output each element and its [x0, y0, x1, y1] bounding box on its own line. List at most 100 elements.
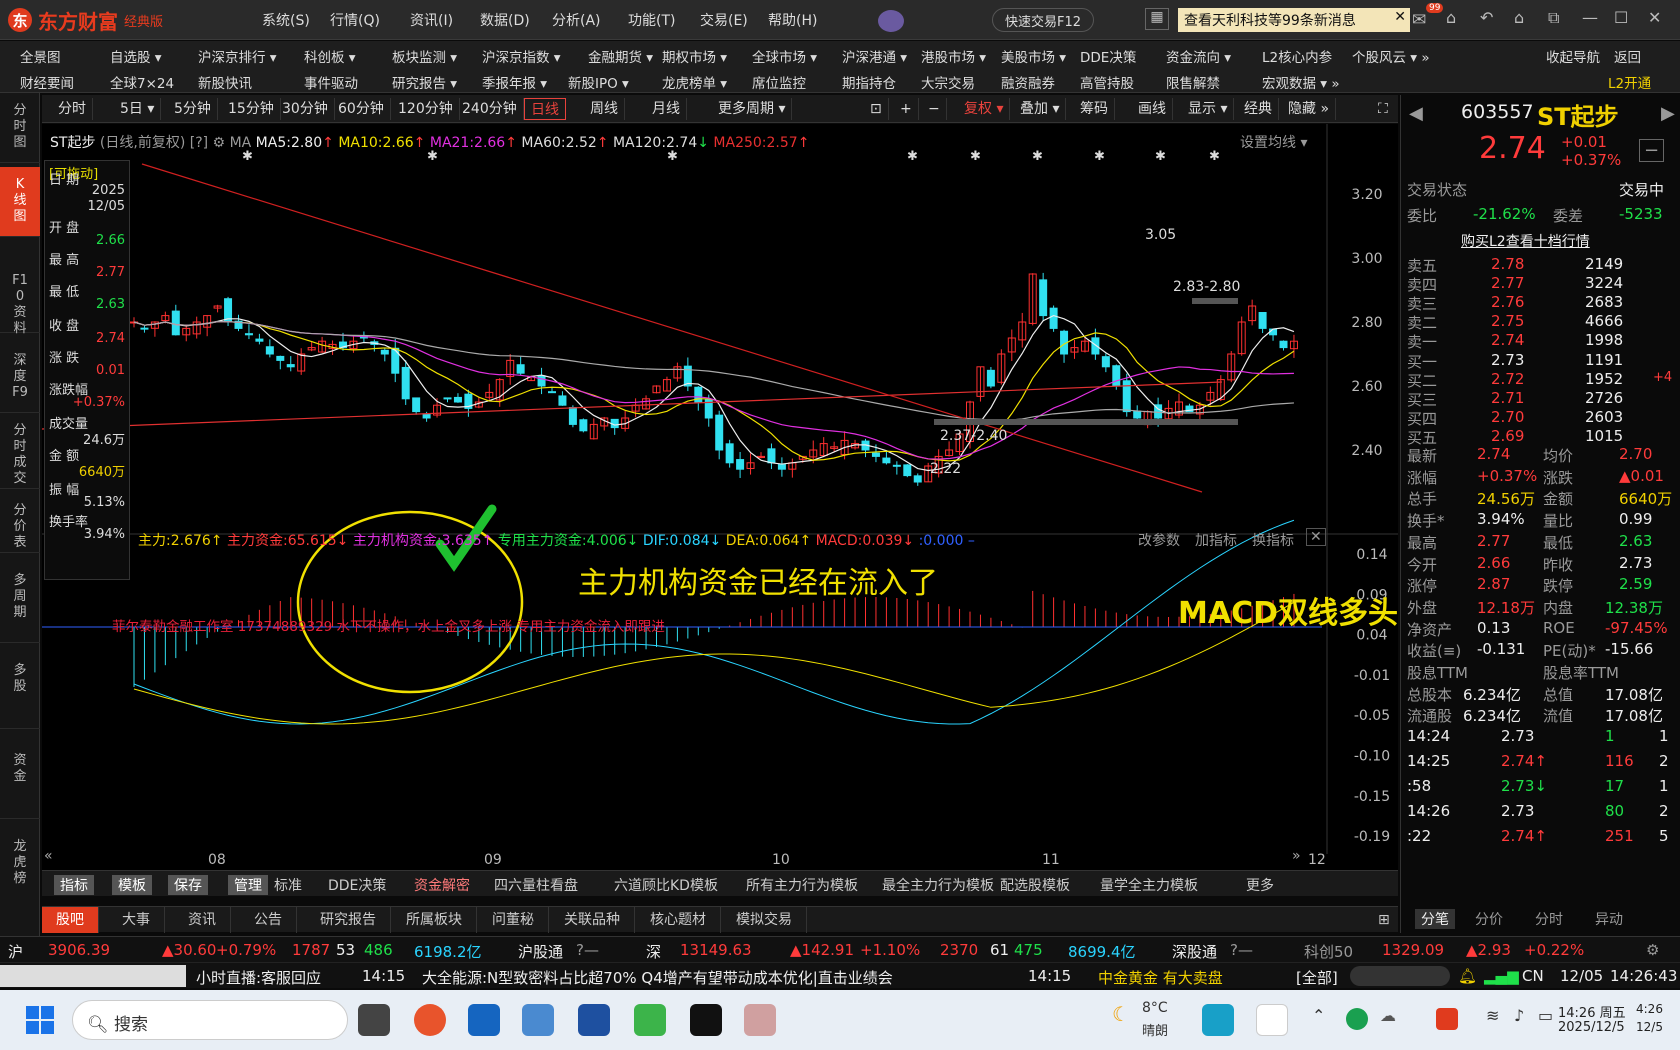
leftbar-item-1[interactable]: K线图 — [0, 167, 40, 237]
template-tab-10[interactable]: 最全主力行为模板 — [882, 875, 994, 895]
collapse-icon[interactable]: − — [1639, 139, 1665, 162]
leftbar-item-0[interactable]: 分时图 — [0, 93, 40, 163]
hgt-help-icon[interactable]: ?— — [576, 941, 599, 959]
nav2-item-13[interactable]: 限售解禁 — [1166, 72, 1220, 92]
nav1-item-12[interactable]: DDE决策 — [1080, 46, 1136, 66]
nav1-item-7[interactable]: 期权市场 ▾ — [662, 46, 727, 66]
ask-price-4[interactable]: 2.74 — [1491, 331, 1524, 349]
nav2-item-7[interactable]: 龙虎榜单 ▾ — [662, 72, 727, 92]
template-tab-0[interactable]: 指标 — [54, 875, 94, 895]
close-indicator-icon[interactable]: ✕ — [1306, 528, 1326, 546]
ask-price-1[interactable]: 2.77 — [1491, 274, 1524, 292]
home-icon[interactable]: ⌂ — [1446, 8, 1456, 27]
template-tab-5[interactable]: DDE决策 — [328, 875, 386, 895]
info-box[interactable]: [可拖动] 日 期 2025 12/05 开 盘 2.66 最 高 2.77 最 低 2.63 收 … — [44, 160, 130, 580]
change-params-button[interactable]: 改参数 — [1138, 530, 1180, 550]
nav2-item-15[interactable]: L2开通 — [1608, 72, 1651, 92]
template-tab-1[interactable]: 模板 — [112, 875, 152, 895]
notice-bar[interactable]: 查看天利科技等99条新消息 ✕ — [1178, 8, 1410, 32]
nav1-item-6[interactable]: 金融期货 ▾ — [588, 46, 653, 66]
info-tab-5[interactable]: 所属板块 — [392, 907, 477, 933]
nav1-item-17[interactable]: 返回 — [1614, 46, 1641, 66]
period-3[interactable]: 15分钟 — [222, 98, 281, 120]
shirt-icon[interactable]: ⌂ — [1514, 8, 1524, 27]
window-icon[interactable]: ⧉ — [1548, 8, 1559, 28]
leftbar-item-5[interactable]: 分价表 — [0, 493, 40, 553]
period-2[interactable]: 5分钟 — [168, 98, 218, 120]
nav1-item-5[interactable]: 沪深京指数 ▾ — [482, 46, 561, 66]
maximize-icon[interactable]: ☐ — [1614, 8, 1628, 27]
tray-icon-green[interactable] — [1346, 1008, 1368, 1030]
eastmoney-app-icon[interactable] — [414, 1004, 446, 1036]
info-tab-6[interactable]: 问董秘 — [478, 907, 549, 933]
template-tab-8[interactable]: 六道顾比KD模板 — [614, 875, 718, 895]
taskbar-search[interactable]: 🔍︎ 搜索 — [72, 1000, 348, 1040]
leftbar-item-6[interactable]: 多周期 — [0, 563, 40, 643]
bid-price-3[interactable]: 2.70 — [1491, 408, 1524, 426]
menu-item-4[interactable]: 分析(A) — [552, 10, 601, 30]
template-tab-11[interactable]: 配选股模板 — [1000, 875, 1070, 895]
settings-gear-icon[interactable]: ⚙ — [1646, 941, 1659, 959]
mini-window[interactable] — [0, 965, 186, 987]
tool-4[interactable]: 显示 ▾ — [1182, 98, 1235, 120]
tool-3[interactable]: 画线 — [1132, 98, 1173, 120]
period-6[interactable]: 120分钟 — [392, 98, 460, 120]
nav2-item-1[interactable]: 全球7×24 — [110, 72, 174, 92]
template-tab-13[interactable]: 更多 — [1246, 875, 1274, 895]
gallery-app-icon[interactable] — [634, 1004, 666, 1036]
prev-stock-icon[interactable]: ◀ — [1409, 103, 1423, 124]
nav1-item-0[interactable]: 全景图 — [20, 46, 61, 66]
template-tab-12[interactable]: 量学全主力模板 — [1100, 875, 1198, 895]
status-kc_c[interactable]: ▲2.93 — [1466, 941, 1511, 959]
next-stock-icon[interactable]: ▶ — [1661, 103, 1675, 124]
nav1-item-11[interactable]: 美股市场 ▾ — [1001, 46, 1066, 66]
info-tab-2[interactable]: 资讯 — [174, 907, 231, 933]
menu-item-6[interactable]: 交易(E) — [700, 10, 748, 30]
taskview-icon[interactable] — [358, 1004, 390, 1036]
template-tab-3[interactable]: 管理 — [228, 875, 268, 895]
zoom-out-icon[interactable]: − — [922, 98, 947, 120]
quote-tab-1[interactable]: 分价 — [1475, 909, 1503, 929]
nav1-item-8[interactable]: 全球市场 ▾ — [752, 46, 817, 66]
leftbar-item-3[interactable]: 深度F9 — [0, 343, 40, 413]
quote-tab-2[interactable]: 分时 — [1535, 909, 1563, 929]
battery-icon[interactable]: ▭ — [1538, 1006, 1553, 1025]
template-tab-4[interactable]: 标准 — [274, 875, 302, 895]
menu-item-2[interactable]: 资讯(I) — [410, 10, 453, 30]
status-sz_e[interactable]: 61 — [990, 941, 1009, 959]
bid-price-2[interactable]: 2.71 — [1491, 389, 1524, 407]
menu-item-5[interactable]: 功能(T) — [628, 10, 675, 30]
status-sz[interactable]: 深 — [646, 941, 661, 962]
tray-icon-s[interactable] — [1436, 1008, 1458, 1030]
nav2-item-14[interactable]: 宏观数据 ▾ » — [1262, 72, 1340, 92]
kdocs-tray-icon[interactable] — [1202, 1004, 1234, 1036]
leftbar-item-8[interactable]: 资金 — [0, 743, 40, 819]
menu-item-3[interactable]: 数据(D) — [480, 10, 530, 30]
nav1-item-3[interactable]: 科创板 ▾ — [304, 46, 356, 66]
image-app-icon[interactable] — [744, 1004, 776, 1036]
buy-l2-link[interactable]: 购买L2查看十档行情 — [1461, 231, 1590, 251]
m-tray-icon[interactable] — [1256, 1004, 1288, 1036]
period-5[interactable]: 60分钟 — [332, 98, 391, 120]
help-icon[interactable]: [?] — [190, 135, 208, 151]
status-sh[interactable]: 沪 — [8, 941, 23, 962]
quote-tab-0[interactable]: 分笔 — [1415, 909, 1455, 929]
period-7[interactable]: 240分钟 — [456, 98, 524, 120]
template-tab-7[interactable]: 四六量柱看盘 — [494, 875, 578, 895]
tool-1[interactable]: 叠加 ▾ — [1014, 98, 1067, 120]
sail-app-icon[interactable] — [578, 1004, 610, 1036]
nav2-item-11[interactable]: 融资融券 — [1001, 72, 1055, 92]
menu-item-0[interactable]: 系统(S) — [262, 10, 310, 30]
clock-time[interactable]: 14:26 周五 — [1558, 1002, 1626, 1021]
status-sh_c[interactable]: ▲30.60 — [162, 941, 216, 959]
windows-start-icon[interactable] — [26, 1006, 54, 1034]
nav1-item-2[interactable]: 沪深京排行 ▾ — [198, 46, 277, 66]
nav2-item-6[interactable]: 新股IPO ▾ — [568, 72, 629, 92]
nav2-item-9[interactable]: 期指持仓 — [842, 72, 896, 92]
nav1-item-1[interactable]: 自选股 ▾ — [110, 46, 162, 66]
close-window-icon[interactable]: ✕ — [1648, 8, 1661, 27]
status-kc_v[interactable]: 1329.09 — [1382, 941, 1444, 959]
status-sz_u[interactable]: 2370 — [940, 941, 978, 959]
bell-icon[interactable]: 🔔︎ — [1458, 967, 1477, 985]
bid-price-4[interactable]: 2.69 — [1491, 427, 1524, 445]
